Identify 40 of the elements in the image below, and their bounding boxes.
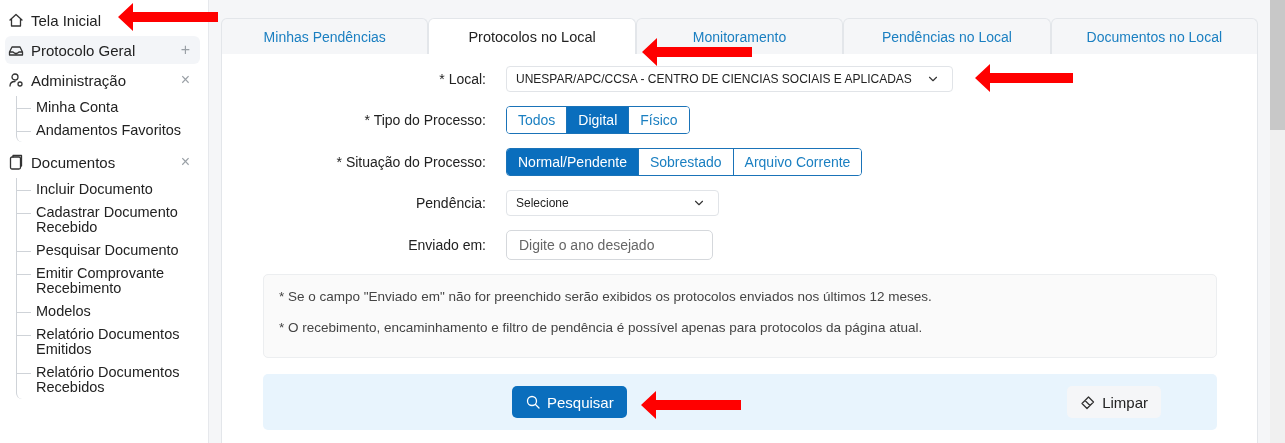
eraser-icon bbox=[1080, 394, 1097, 410]
field-label: Pendência: bbox=[414, 195, 486, 211]
segment-option[interactable]: Digital bbox=[566, 107, 629, 133]
field-label: * Situação do Processo: bbox=[335, 154, 486, 170]
segment-option[interactable]: Físico bbox=[628, 107, 689, 133]
tab[interactable]: Pendências no Local bbox=[843, 18, 1051, 54]
sidebar-subitem[interactable]: Andamentos Favoritos bbox=[17, 119, 206, 142]
field-label: * Tipo do Processo: bbox=[363, 112, 486, 128]
note-text: * Se o campo "Enviado em" não for preenchido serão exibidos os protocolos enviados nos últimos 12 meses. bbox=[279, 289, 933, 304]
tab[interactable]: Protocolos no Local bbox=[428, 18, 636, 54]
sidebar-subitem[interactable]: Emitir Comprovante Recebimento bbox=[17, 262, 206, 300]
home-icon bbox=[8, 12, 24, 28]
note-text: * O recebimento, encaminhamento e filtro de pendência é possível apenas para protocolos da página atual. bbox=[279, 320, 924, 335]
tab[interactable]: Minhas Pendências bbox=[221, 18, 429, 54]
sidebar-subitem[interactable]: Incluir Documento bbox=[17, 178, 206, 201]
sidebar-subitem[interactable]: Pesquisar Documento bbox=[17, 239, 206, 262]
tab[interactable]: Monitoramento bbox=[635, 18, 844, 54]
pendencia-select[interactable]: Selecione bbox=[506, 190, 719, 216]
segment-option[interactable]: Normal/Pendente bbox=[507, 149, 638, 175]
sidebar-item[interactable]: Protocolo Geral + bbox=[5, 36, 200, 64]
sidebar-item[interactable]: Documentos × bbox=[5, 148, 200, 176]
sidebar-subitem[interactable]: Modelos bbox=[17, 300, 206, 323]
user-gear-icon bbox=[8, 72, 24, 88]
sidebar-item[interactable]: Administração × bbox=[5, 66, 200, 94]
sidebar-subitem[interactable]: Cadastrar Documento Recebido bbox=[17, 201, 206, 239]
search-icon bbox=[525, 394, 541, 410]
sidebar-subitem[interactable]: Relatório Documentos Emitidos bbox=[17, 323, 206, 361]
local-select[interactable]: UNESPAR/APC/CCSA - CENTRO DE CIENCIAS SOCIAIS E APLICADAS bbox=[506, 66, 953, 92]
scrollbar[interactable] bbox=[1270, 0, 1285, 443]
search-button[interactable]: Pesquisar bbox=[512, 386, 627, 418]
clear-button[interactable]: Limpar bbox=[1067, 386, 1161, 418]
field-label: * Local: bbox=[438, 71, 486, 87]
year-input[interactable]: Digite o ano desejado bbox=[506, 230, 713, 260]
sidebar-subitem[interactable]: Relatório Documentos Recebidos bbox=[17, 361, 206, 399]
tab[interactable]: Documentos no Local bbox=[1050, 18, 1259, 54]
document-icon bbox=[8, 154, 24, 170]
segment-option[interactable]: Arquivo Corrente bbox=[732, 149, 862, 175]
field-label: Enviado em: bbox=[407, 237, 486, 253]
sidebar-item[interactable]: Tela Inicial bbox=[5, 6, 106, 34]
sidebar-subitem[interactable]: Minha Conta bbox=[17, 96, 206, 119]
